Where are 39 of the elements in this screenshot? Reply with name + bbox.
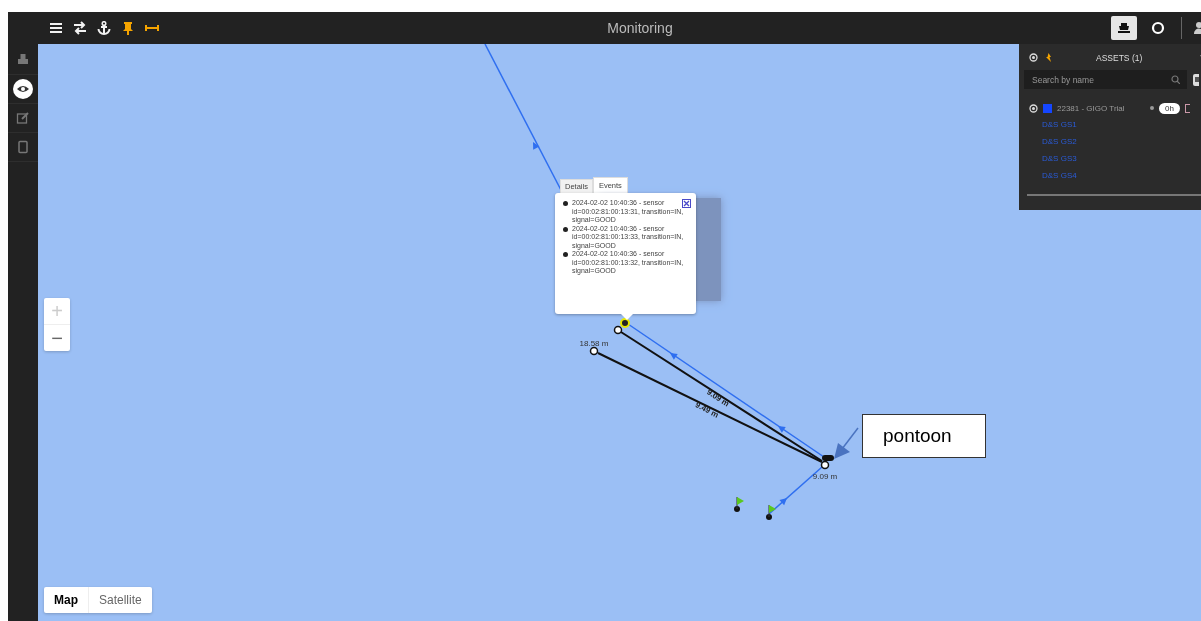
zoom-button[interactable]: −	[44, 325, 70, 351]
asset-name[interactable]: 22381 - GIGO Trial	[1057, 103, 1145, 113]
ship-button[interactable]	[1111, 16, 1137, 40]
callout-label: pontoon	[862, 414, 986, 458]
flag-marker	[766, 504, 776, 520]
distance-label: 18.58 m	[579, 338, 609, 348]
menu-icon[interactable]	[49, 21, 63, 35]
pontoon-marker	[820, 455, 834, 470]
cubes-icon	[16, 53, 30, 67]
radio-icon[interactable]	[1029, 53, 1038, 62]
panel-title: ASSETS (1)	[1096, 52, 1143, 63]
vessel-marker	[620, 318, 630, 328]
duration-badge: 0h	[1159, 102, 1180, 114]
search-icon	[1171, 75, 1180, 84]
anchor-icon[interactable]	[97, 21, 111, 35]
circle-icon	[1150, 20, 1166, 36]
callout-arrow	[834, 427, 859, 459]
bullet-icon	[563, 201, 568, 206]
bullet-icon	[563, 226, 568, 232]
user-icon[interactable]	[1193, 20, 1201, 36]
tablet-icon	[16, 140, 30, 154]
point-marker	[613, 325, 623, 335]
status-dot	[1150, 106, 1154, 110]
radio-icon[interactable]	[1029, 103, 1038, 113]
map-type-button[interactable]: Map	[44, 587, 89, 613]
swap-arrows-icon[interactable]	[73, 21, 87, 35]
ship-icon	[1116, 20, 1132, 36]
close-icon[interactable]	[682, 199, 691, 208]
window-title: Monitoring	[606, 20, 674, 36]
flag-marker	[734, 496, 744, 512]
distance-label: 9.49 m	[693, 400, 721, 420]
map-type-button[interactable]: Satellite	[89, 587, 152, 613]
eye-icon	[13, 79, 33, 99]
bullet-icon	[563, 252, 568, 257]
search-field[interactable]: Search by name	[1024, 70, 1187, 89]
distance-label: 9.09 m	[812, 471, 838, 481]
point-marker	[589, 346, 599, 356]
pin-icon[interactable]	[121, 21, 135, 35]
edit-icon	[16, 111, 30, 125]
